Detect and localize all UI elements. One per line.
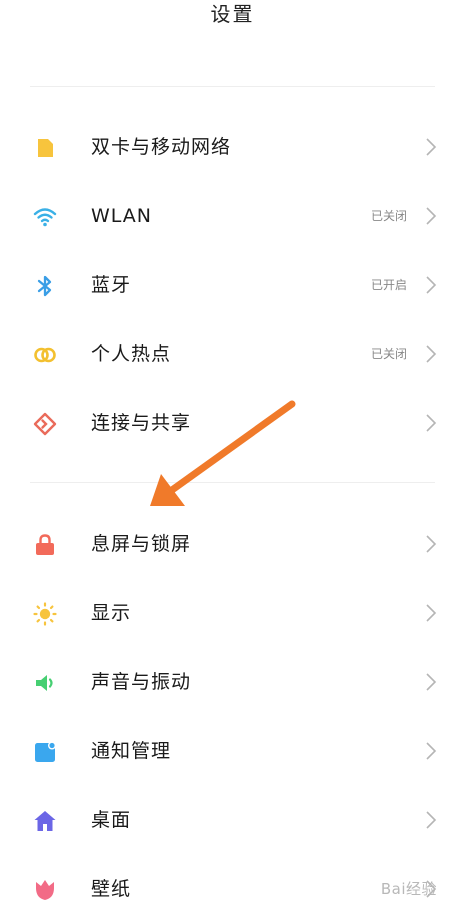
settings-item-display[interactable]: 显示 xyxy=(0,579,465,648)
notification-icon xyxy=(33,740,57,764)
lock-icon xyxy=(33,533,57,557)
settings-item-notification-management[interactable]: 通知管理 xyxy=(0,717,465,786)
watermark-text: Bai经验 xyxy=(380,880,437,898)
home-icon xyxy=(33,809,57,833)
chevron-right-icon xyxy=(425,741,437,761)
connection-share-icon xyxy=(33,412,57,436)
chevron-right-icon xyxy=(425,810,437,830)
chevron-right-icon xyxy=(425,413,437,433)
item-status: 已关闭 xyxy=(370,347,407,361)
item-label: 声音与振动 xyxy=(91,671,192,693)
top-divider xyxy=(30,86,435,87)
settings-item-dual-sim-mobile-network[interactable]: 双卡与移动网络 xyxy=(0,113,465,182)
settings-item-sound-vibration[interactable]: 声音与振动 xyxy=(0,648,465,717)
settings-item-bluetooth[interactable]: 蓝牙 已开启 xyxy=(0,251,465,320)
wallpaper-flower-icon xyxy=(33,878,57,902)
settings-item-personal-hotspot[interactable]: 个人热点 已关闭 xyxy=(0,320,465,389)
item-label: 蓝牙 xyxy=(91,274,132,296)
settings-item-connection-sharing[interactable]: 连接与共享 xyxy=(0,389,465,458)
wifi-icon xyxy=(33,205,57,229)
speaker-icon xyxy=(33,671,57,695)
settings-item-screen-off-lock[interactable]: 息屏与锁屏 xyxy=(0,510,465,579)
item-label: 双卡与移动网络 xyxy=(91,136,232,158)
sim-card-icon xyxy=(33,136,57,160)
hotspot-icon xyxy=(33,343,57,367)
chevron-right-icon xyxy=(425,344,437,364)
item-status: 已开启 xyxy=(370,278,407,292)
chevron-right-icon xyxy=(425,137,437,157)
baidu-watermark: Bai经验 xyxy=(381,878,437,899)
item-label: 桌面 xyxy=(91,809,132,831)
item-label: 个人热点 xyxy=(91,343,172,365)
item-label: 壁纸 xyxy=(91,878,132,900)
page-title: 设置 xyxy=(210,2,255,26)
chevron-right-icon xyxy=(425,603,437,623)
item-status: 已关闭 xyxy=(370,209,407,223)
item-label: WLAN xyxy=(91,205,153,227)
item-label: 息屏与锁屏 xyxy=(91,533,192,555)
settings-item-wlan[interactable]: WLAN 已关闭 xyxy=(0,182,465,251)
item-label: 显示 xyxy=(91,602,132,624)
chevron-right-icon xyxy=(425,206,437,226)
chevron-right-icon xyxy=(425,672,437,692)
item-label: 连接与共享 xyxy=(91,412,192,434)
settings-item-desktop[interactable]: 桌面 xyxy=(0,786,465,855)
group-divider xyxy=(30,482,435,483)
bluetooth-icon xyxy=(33,274,57,298)
item-label: 通知管理 xyxy=(91,740,172,762)
chevron-right-icon xyxy=(425,275,437,295)
chevron-right-icon xyxy=(425,534,437,554)
display-sun-icon xyxy=(33,602,57,626)
